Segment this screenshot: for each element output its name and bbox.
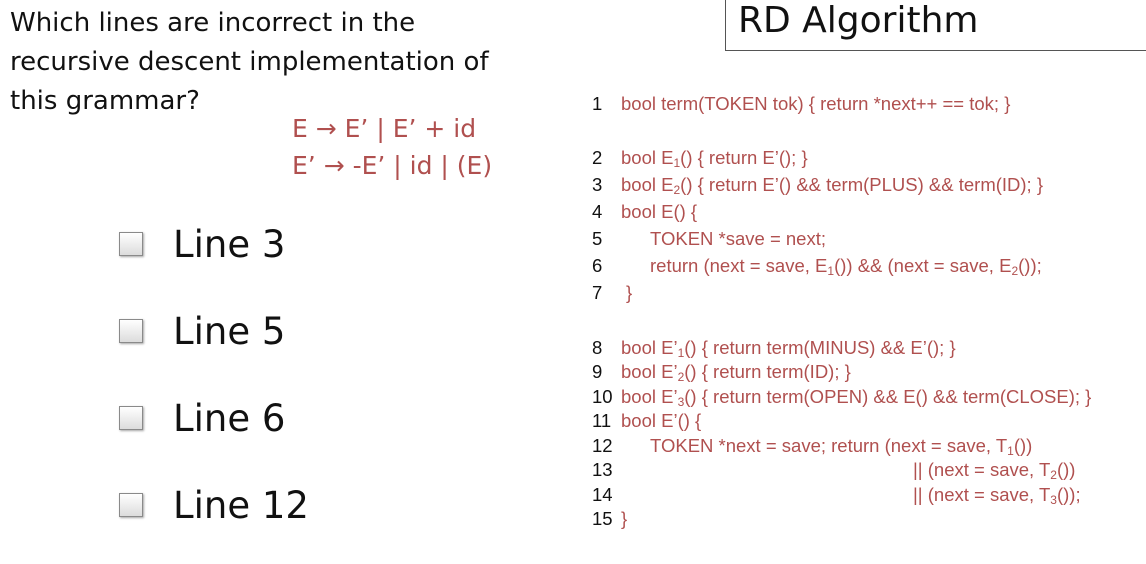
option-label: Line 6 (173, 396, 286, 440)
line-number: 6 (592, 255, 603, 276)
option-label: Line 5 (173, 309, 286, 353)
line-number: 15 (592, 508, 613, 529)
code-text: bool E() { (621, 201, 698, 222)
code-text: bool E’1() { return term(MINUS) && E’();… (621, 337, 956, 360)
option-label: Line 3 (173, 222, 286, 266)
line-number: 1 (592, 93, 603, 114)
code-text: bool E1() { return E’(); } (621, 147, 808, 170)
code-line-3: 3 bool E2() { return E’() && term(PLUS) … (592, 173, 1043, 197)
question-line-2: recursive descent implementation of (10, 47, 489, 77)
code-line-4: 4 bool E() { (592, 200, 697, 224)
code-line-13: 13 || (next = save, T2()) (592, 458, 1075, 482)
line-number: 9 (592, 361, 603, 382)
code-line-14: 14 || (next = save, T3()); (592, 483, 1081, 507)
option-line-5[interactable]: Line 5 (119, 303, 309, 359)
code-line-15: 15 } (592, 507, 627, 531)
line-number: 5 (592, 228, 603, 249)
code-line-9: 9 bool E’2() { return term(ID); } (592, 360, 851, 384)
line-number: 2 (592, 147, 603, 168)
question-text: Which lines are incorrect in the recursi… (10, 4, 550, 121)
code-text: || (next = save, T3()); (913, 484, 1081, 507)
code-text: TOKEN *save = next; (650, 228, 827, 249)
code-line-11: 11 bool E’() { (592, 409, 701, 433)
code-text: } (626, 282, 633, 303)
line-number: 7 (592, 282, 603, 303)
code-text: } (621, 508, 628, 529)
code-line-10: 10 bool E’3() { return term(OPEN) && E()… (592, 385, 1091, 409)
code-text: bool E’3() { return term(OPEN) && E() &&… (621, 386, 1092, 409)
checkbox[interactable] (119, 319, 143, 343)
code-text: return (next = save, E1()) && (next = sa… (650, 255, 1042, 278)
code-text: bool term(TOKEN tok) { return *next++ ==… (621, 93, 1011, 114)
checkbox[interactable] (119, 406, 143, 430)
code-text: bool E2() { return E’() && term(PLUS) &&… (621, 174, 1044, 197)
code-line-7: 7 } (592, 281, 632, 305)
code-line-6: 6 return (next = save, E1()) && (next = … (592, 254, 1042, 278)
line-number: 13 (592, 459, 613, 480)
code-line-12: 12 TOKEN *next = save; return (next = sa… (592, 434, 1032, 458)
line-number: 14 (592, 484, 613, 505)
code-line-2: 2 bool E1() { return E’(); } (592, 146, 808, 170)
grammar-rule-1: E → E’ | E’ + id (292, 114, 477, 143)
line-number: 10 (592, 386, 613, 407)
checkbox[interactable] (119, 493, 143, 517)
code-line-1: 1 bool term(TOKEN tok) { return *next++ … (592, 92, 1010, 116)
line-number: 3 (592, 174, 603, 195)
line-number: 8 (592, 337, 603, 358)
line-number: 12 (592, 435, 613, 456)
option-line-3[interactable]: Line 3 (119, 216, 309, 272)
answer-options: Line 3 Line 5 Line 6 Line 12 (119, 216, 309, 564)
code-line-5: 5 TOKEN *save = next; (592, 227, 826, 251)
code-text: bool E’() { (621, 410, 702, 431)
code-text: TOKEN *next = save; return (next = save,… (650, 435, 1033, 458)
slide-title: RD Algorithm (738, 0, 979, 41)
question-line-1: Which lines are incorrect in the (10, 8, 416, 38)
option-label: Line 12 (173, 483, 309, 527)
line-number: 11 (592, 410, 612, 431)
code-text: bool E’2() { return term(ID); } (621, 361, 851, 384)
option-line-12[interactable]: Line 12 (119, 477, 309, 533)
title-box: RD Algorithm (725, 0, 1146, 51)
line-number: 4 (592, 201, 603, 222)
option-line-6[interactable]: Line 6 (119, 390, 309, 446)
checkbox[interactable] (119, 232, 143, 256)
code-line-8: 8 bool E’1() { return term(MINUS) && E’(… (592, 336, 956, 360)
grammar-rule-2: E’ → -E’ | id | (E) (292, 151, 493, 180)
code-text: || (next = save, T2()) (913, 459, 1076, 482)
grammar-rules: E → E’ | E’ + id E’ → -E’ | id | (E) (292, 110, 492, 184)
